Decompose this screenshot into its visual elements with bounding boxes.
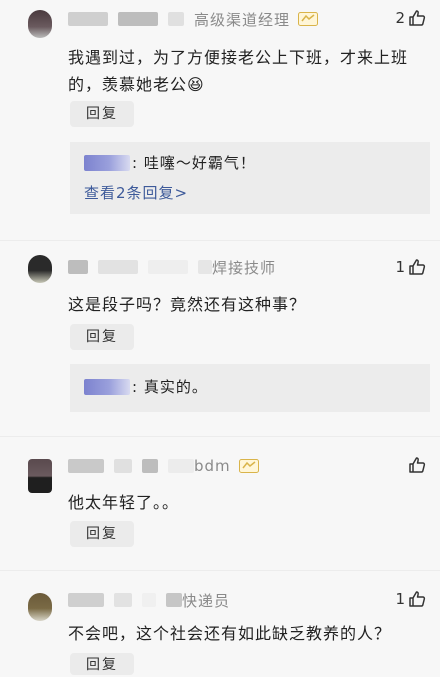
username-row[interactable]: 焊接技师 — [68, 256, 276, 278]
username-blur — [118, 12, 158, 26]
reply-button[interactable]: 回复 — [70, 521, 134, 547]
like-button[interactable]: 1 — [395, 258, 426, 276]
laughing-emoji-icon: 😆 — [187, 75, 205, 94]
comment-item: 快递员 1 不会吧，这个社会还有如此缺乏教养的人？ 回复 — [0, 571, 440, 675]
thumbs-up-icon — [409, 259, 426, 275]
thumbs-up-icon — [409, 591, 426, 607]
avatar[interactable] — [28, 255, 52, 283]
username-blur — [114, 593, 132, 607]
username-blur — [98, 260, 138, 274]
username-row[interactable]: 快递员 — [68, 589, 230, 611]
username-blur — [166, 593, 182, 607]
username-blur — [198, 260, 212, 274]
reply-username-blur — [84, 378, 130, 395]
reply-preview-box[interactable]: : 哇噻～好霸气！ 查看2条回复> — [70, 142, 430, 214]
comment-item: 焊接技师 1 这是段子吗？竟然还有这种事？ 回复 : 真实的。 — [0, 241, 440, 436]
user-title: bdm — [194, 457, 231, 475]
reply-preview-text: : 真实的。 — [132, 378, 208, 396]
view-more-replies-link[interactable]: 查看2条回复> — [84, 182, 188, 203]
reply-button[interactable]: 回复 — [70, 324, 134, 350]
username-blur — [68, 459, 104, 473]
username-blur — [168, 12, 184, 26]
user-title: 高级渠道经理 — [194, 10, 291, 29]
username-row[interactable]: 高级渠道经理 — [68, 8, 319, 30]
verified-badge-icon — [238, 459, 259, 473]
username-blur — [68, 260, 88, 274]
reply-username-blur — [84, 154, 130, 171]
username-blur — [142, 593, 156, 607]
reply-preview-box[interactable]: : 真实的。 — [70, 364, 430, 412]
username-blur — [68, 12, 108, 26]
like-count: 1 — [395, 258, 405, 276]
verified-badge-icon — [298, 12, 319, 26]
reply-preview-line: : 真实的。 — [84, 376, 208, 397]
username-blur — [148, 260, 188, 274]
avatar[interactable] — [28, 593, 52, 621]
thumbs-up-icon — [409, 10, 426, 26]
comment-text: 不会吧，这个社会还有如此缺乏教养的人？ — [68, 624, 392, 643]
avatar[interactable] — [28, 10, 52, 38]
comment-text: 这是段子吗？竟然还有这种事？ — [68, 295, 307, 314]
like-button[interactable]: 1 — [395, 590, 426, 608]
comment-text: 他太年轻了。。 — [68, 493, 180, 512]
reply-button[interactable]: 回复 — [70, 653, 134, 675]
user-title: 快递员 — [182, 591, 231, 610]
like-button[interactable] — [405, 456, 426, 474]
like-count: 2 — [395, 9, 405, 27]
reply-preview-line: : 哇噻～好霸气！ — [84, 152, 256, 173]
user-title: 焊接技师 — [212, 258, 277, 277]
avatar[interactable] — [28, 459, 52, 493]
username-row[interactable]: bdm — [68, 455, 259, 477]
comment-item: bdm 他太年轻了。。 回复 — [0, 437, 440, 569]
username-blur — [168, 459, 194, 473]
like-button[interactable]: 2 — [395, 9, 426, 27]
username-blur — [68, 593, 104, 607]
like-count: 1 — [395, 590, 405, 608]
comment-text: 我遇到过，为了方便接老公上下班，才来上班的，羡慕她老公😆 — [68, 48, 409, 94]
comment-item: 高级渠道经理 2 我遇到过，为了方便接老公上下班，才来上班的，羡慕她老公😆 回复… — [0, 0, 440, 240]
reply-button[interactable]: 回复 — [70, 101, 134, 127]
thumbs-up-icon — [409, 457, 426, 473]
username-blur — [142, 459, 158, 473]
reply-preview-text: : 哇噻～好霸气！ — [132, 154, 256, 172]
username-blur — [114, 459, 132, 473]
